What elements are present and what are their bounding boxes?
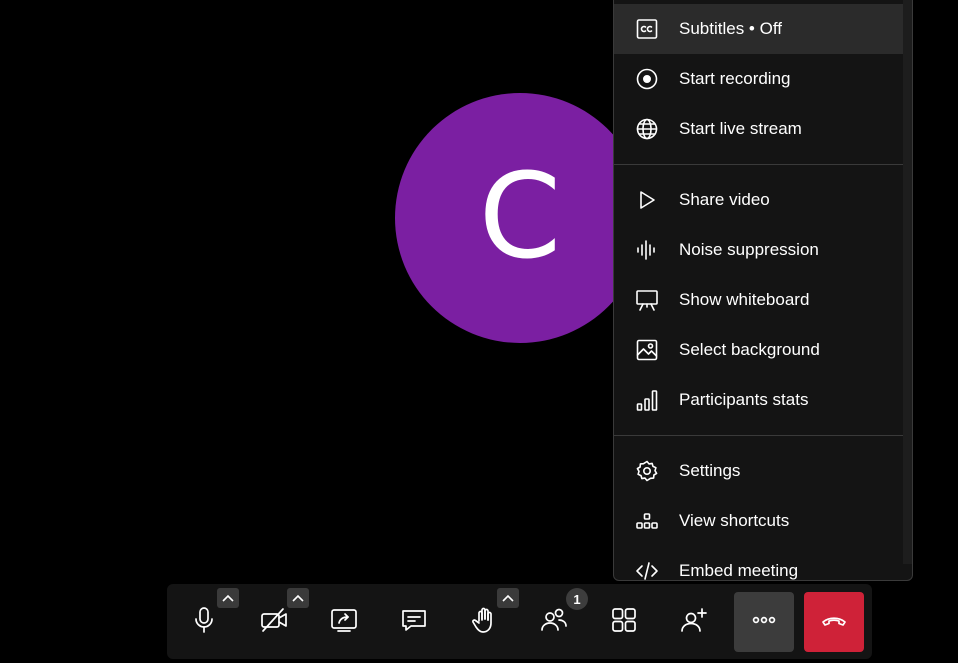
share-screen-button[interactable]	[314, 592, 374, 652]
menu-item-label: Noise suppression	[679, 240, 819, 259]
avatar-initial: C	[478, 147, 562, 285]
camera-off-icon	[259, 605, 289, 640]
menu-item-label: View shortcuts	[679, 511, 790, 530]
participant-count-badge: 1	[566, 588, 588, 610]
menu-item-participants-stats[interactable]: Participants stats	[614, 375, 904, 425]
more-dots-icon	[749, 605, 779, 640]
chevron-up-icon	[502, 594, 514, 602]
add-person-icon	[679, 605, 709, 640]
invite-button[interactable]	[664, 592, 724, 652]
menu-item-noise-suppression[interactable]: Noise suppression	[614, 225, 904, 275]
gear-icon	[635, 459, 659, 483]
shortcuts-icon	[635, 509, 659, 533]
hangup-icon	[819, 605, 849, 640]
menu-item-label: Settings	[679, 461, 741, 480]
screen-share-icon	[329, 605, 359, 640]
menu-item-label: Start recording	[679, 69, 791, 88]
record-icon	[635, 67, 659, 91]
grid-icon	[609, 605, 639, 640]
menu-item-label: Share video	[679, 190, 770, 209]
chevron-up-icon	[222, 594, 234, 602]
menu-item-label: Participants stats	[679, 390, 809, 409]
menu-item-settings[interactable]: Settings	[614, 446, 904, 496]
globe-icon	[635, 117, 659, 141]
menu-item-label: Select background	[679, 340, 820, 359]
menu-item-label: Embed meeting	[679, 561, 799, 580]
participant-avatar: C	[395, 93, 645, 343]
menu-item-start-live-stream[interactable]: Start live stream	[614, 104, 904, 154]
menu-divider	[614, 164, 904, 165]
menu-scrollbar[interactable]	[903, 0, 912, 564]
microphone-options-caret[interactable]	[217, 588, 239, 608]
microphone-icon	[189, 605, 219, 640]
code-icon	[635, 559, 659, 580]
more-actions-button[interactable]	[734, 592, 794, 652]
closed-captions-icon	[635, 17, 659, 41]
menu-item-embed-meeting[interactable]: Embed meeting	[614, 546, 904, 580]
menu-item-select-background[interactable]: Select background	[614, 325, 904, 375]
menu-item-view-shortcuts[interactable]: View shortcuts	[614, 496, 904, 546]
menu-item-subtitles[interactable]: Subtitles • Off	[614, 4, 904, 54]
meeting-toolbar: 1	[167, 584, 872, 659]
meeting-stage: C Subtitles • Off Start recording Start …	[0, 0, 958, 663]
chat-icon	[399, 605, 429, 640]
menu-item-label: Start live stream	[679, 119, 802, 138]
menu-item-show-whiteboard[interactable]: Show whiteboard	[614, 275, 904, 325]
more-actions-menu: Subtitles • Off Start recording Start li…	[613, 0, 913, 581]
play-icon	[635, 188, 659, 212]
camera-options-caret[interactable]	[287, 588, 309, 608]
reactions-options-caret[interactable]	[497, 588, 519, 608]
menu-divider	[614, 435, 904, 436]
tile-view-button[interactable]	[594, 592, 654, 652]
menu-item-label: Show whiteboard	[679, 290, 810, 309]
menu-item-start-recording[interactable]: Start recording	[614, 54, 904, 104]
image-icon	[635, 338, 659, 362]
hangup-button[interactable]	[804, 592, 864, 652]
bar-chart-icon	[635, 388, 659, 412]
chevron-up-icon	[292, 594, 304, 602]
waveform-icon	[635, 238, 659, 262]
whiteboard-icon	[635, 288, 659, 312]
chat-button[interactable]	[384, 592, 444, 652]
participants-icon	[539, 605, 569, 640]
hand-icon	[469, 605, 499, 640]
menu-item-label: Subtitles • Off	[679, 19, 782, 38]
menu-item-share-video[interactable]: Share video	[614, 175, 904, 225]
